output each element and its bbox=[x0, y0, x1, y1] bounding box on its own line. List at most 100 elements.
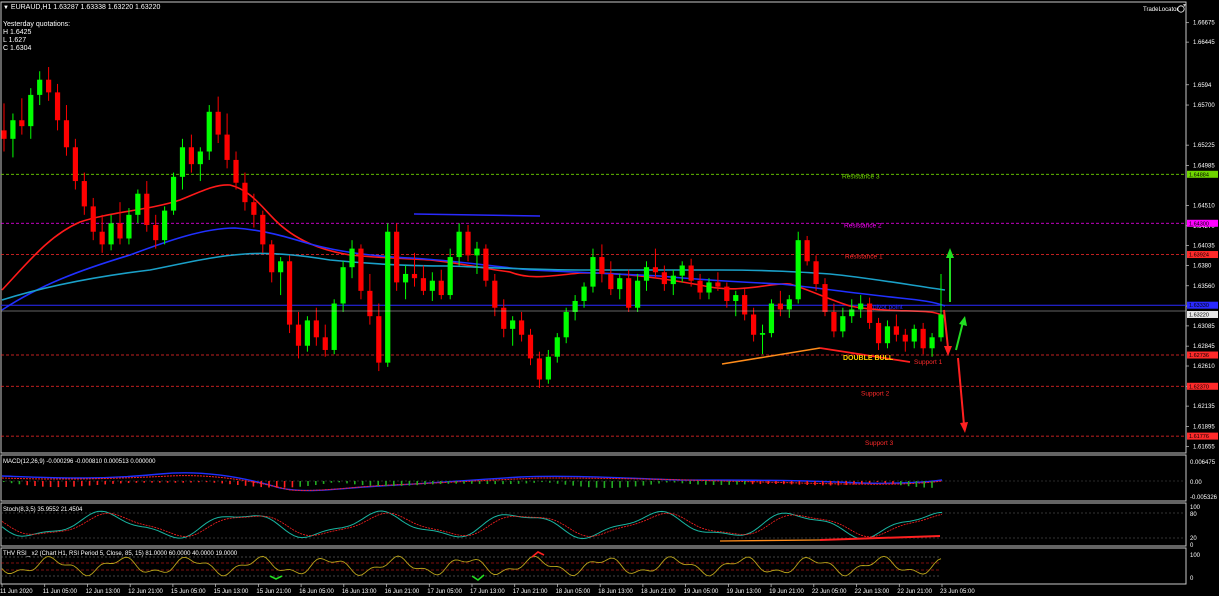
macd-histogram-bar bbox=[3, 481, 5, 482]
macd-histogram-bar bbox=[307, 481, 309, 486]
time-axis-label: 23 Jun 05:00 bbox=[940, 589, 975, 595]
macd-histogram-bar bbox=[34, 481, 36, 487]
macd-histogram-bar bbox=[463, 481, 465, 484]
candle-body bbox=[572, 300, 578, 312]
candle-body bbox=[1, 130, 7, 139]
stoch-title: Stoch(8,3,5) 35.9552 21.4504 bbox=[3, 507, 83, 513]
yesterday-title: Yesterday quotations: bbox=[3, 21, 71, 28]
candle-body bbox=[661, 272, 667, 285]
macd-histogram-bar bbox=[681, 481, 684, 484]
candle-body bbox=[849, 309, 855, 317]
candle-body bbox=[358, 248, 364, 291]
macd-histogram-bar bbox=[57, 481, 60, 488]
candle-body bbox=[144, 193, 150, 225]
candle-body bbox=[162, 210, 168, 241]
macd-histogram-bar bbox=[759, 481, 762, 485]
candle-body bbox=[893, 326, 899, 335]
macd-histogram-bar bbox=[229, 481, 231, 485]
candle-body bbox=[420, 278, 427, 291]
candle-body bbox=[492, 280, 498, 308]
macd-histogram-bar bbox=[88, 481, 91, 486]
price-axis-label: 1.6380 bbox=[1193, 264, 1212, 270]
candle-body bbox=[518, 320, 525, 335]
macd-histogram-bar bbox=[385, 481, 387, 487]
rsi-tick: 100 bbox=[1190, 553, 1201, 559]
macd-histogram-bar bbox=[221, 481, 223, 484]
macd-histogram-bar bbox=[876, 481, 879, 483]
level-price-tag-text: 1.62370 bbox=[1189, 384, 1209, 390]
candle-body bbox=[510, 320, 516, 329]
macd-histogram-bar bbox=[424, 481, 426, 485]
price-axis-label: 1.64985 bbox=[1193, 163, 1215, 169]
macd-title: MACD(12,26,9) -0.000296 -0.000810 0.0005… bbox=[3, 459, 156, 465]
candle-body bbox=[394, 231, 400, 283]
candle-body bbox=[411, 273, 418, 279]
yesterday-low: L 1.627 bbox=[3, 37, 27, 44]
candle-body bbox=[759, 333, 766, 335]
candle-body bbox=[795, 240, 801, 300]
candle-body bbox=[768, 303, 775, 334]
candle-body bbox=[527, 334, 534, 359]
candle-body bbox=[652, 267, 659, 273]
time-axis-label: 12 Jun 21:00 bbox=[128, 589, 163, 595]
candle-body bbox=[90, 206, 96, 232]
candle-body bbox=[188, 147, 194, 165]
macd-histogram-bar bbox=[650, 481, 652, 485]
macd-histogram-bar bbox=[416, 481, 418, 486]
time-axis-label: 17 Jun 05:00 bbox=[427, 589, 462, 595]
macd-histogram-bar bbox=[112, 481, 114, 484]
macd-histogram-bar bbox=[572, 481, 574, 486]
collapse-triangle-icon[interactable]: ▼ bbox=[3, 5, 9, 11]
macd-histogram-bar bbox=[369, 481, 372, 486]
price-axis-label: 1.66675 bbox=[1193, 21, 1215, 27]
candle-body bbox=[626, 278, 632, 308]
macd-histogram-bar bbox=[439, 481, 442, 485]
support-1-label: Support 1 bbox=[914, 359, 943, 366]
candle-body bbox=[554, 337, 560, 357]
candle-body bbox=[715, 282, 721, 287]
tradelocator-label: TradeLocator bbox=[1143, 7, 1178, 13]
macd-histogram-bar bbox=[151, 481, 153, 483]
macd-histogram-bar bbox=[611, 481, 613, 488]
macd-histogram-bar bbox=[408, 481, 411, 486]
macd-histogram-bar bbox=[861, 481, 863, 484]
macd-histogram-bar bbox=[595, 481, 598, 488]
candle-body bbox=[447, 257, 453, 296]
candle-body bbox=[590, 257, 596, 287]
candle-body bbox=[206, 111, 212, 152]
candle-body bbox=[563, 311, 569, 338]
tradelocator-button[interactable]: TradeLocator bbox=[1143, 5, 1185, 13]
macd-histogram-bar bbox=[182, 481, 184, 483]
time-axis-label: 18 Jun 05:00 bbox=[555, 589, 590, 595]
macd-histogram-bar bbox=[400, 481, 403, 486]
candle-body bbox=[545, 356, 551, 380]
macd-histogram-bar bbox=[190, 481, 192, 483]
macd-histogram-bar bbox=[268, 481, 270, 488]
candle-body bbox=[786, 299, 792, 310]
macd-histogram-bar bbox=[822, 481, 824, 486]
macd-histogram-bar bbox=[81, 481, 83, 487]
macd-histogram-bar bbox=[42, 481, 44, 487]
candle-body bbox=[322, 337, 328, 350]
candle-body bbox=[197, 151, 203, 165]
macd-histogram-bar bbox=[775, 481, 777, 485]
macd-histogram-bar bbox=[705, 481, 707, 485]
candle-body bbox=[643, 267, 650, 281]
candle-body bbox=[884, 326, 891, 344]
candle-body bbox=[117, 223, 123, 239]
candle-body bbox=[251, 202, 257, 215]
price-axis-label: 1.61655 bbox=[1193, 445, 1215, 451]
macd-histogram-bar bbox=[541, 481, 543, 483]
macd-histogram-bar bbox=[720, 481, 723, 485]
time-axis-label: 19 Jun 13:00 bbox=[726, 589, 761, 595]
price-axis-label: 1.6594 bbox=[1193, 83, 1212, 89]
macd-histogram-bar bbox=[697, 481, 699, 485]
macd-histogram-bar bbox=[322, 481, 325, 484]
rsi-title: THV RSI_ x2 (Chart H1, RSI Period 5, Clo… bbox=[3, 551, 238, 557]
macd-histogram-bar bbox=[10, 481, 13, 484]
stoch-tick: 80 bbox=[1190, 512, 1197, 518]
price-axis-label: 1.63560 bbox=[1193, 284, 1215, 290]
macd-histogram-bar bbox=[205, 481, 208, 483]
resistance-2-label: Resistance 2 bbox=[844, 222, 882, 229]
candle-body bbox=[688, 265, 694, 281]
